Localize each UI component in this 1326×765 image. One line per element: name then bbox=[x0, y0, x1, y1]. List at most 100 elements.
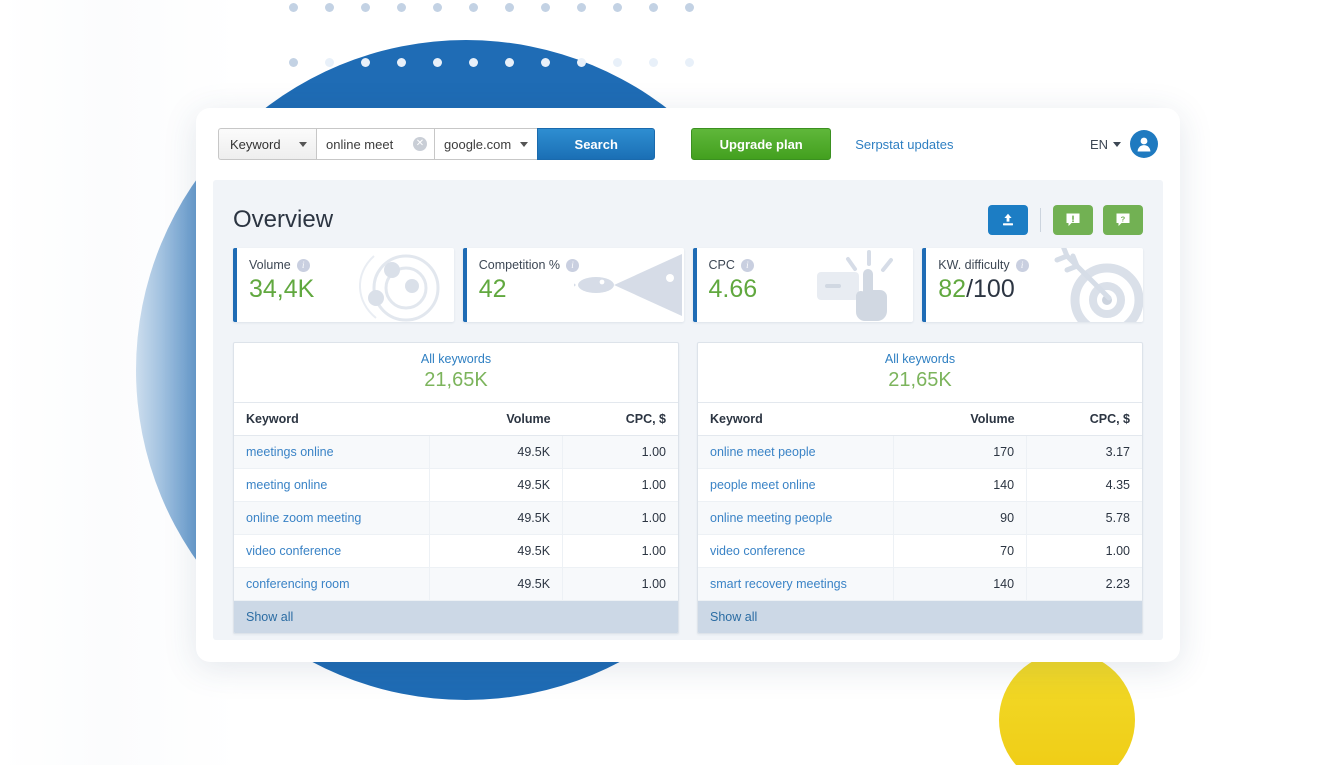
background-dot bbox=[613, 58, 622, 67]
metric-card: Volume i 34,4K bbox=[233, 248, 454, 322]
help-button[interactable]: ? bbox=[1103, 205, 1143, 235]
search-type-select[interactable]: Keyword bbox=[218, 128, 316, 160]
search-button[interactable]: Search bbox=[537, 128, 656, 160]
volume-cell: 49.5K bbox=[429, 468, 564, 502]
table-header-row: Keyword Volume CPC, $ bbox=[698, 403, 1142, 436]
table-summary: All keywords 21,65K bbox=[234, 343, 678, 403]
table-row: meeting online 49.5K 1.00 bbox=[234, 468, 678, 502]
background-dot bbox=[541, 3, 550, 12]
upload-icon bbox=[1003, 213, 1013, 226]
background-dot bbox=[649, 58, 658, 67]
cpc-cell: 1.00 bbox=[562, 468, 678, 502]
metric-value-number: 4.66 bbox=[708, 275, 758, 303]
background-dot bbox=[541, 58, 550, 67]
volume-cell: 140 bbox=[893, 468, 1028, 502]
metric-value: 42 bbox=[479, 275, 684, 304]
serpstat-updates-link[interactable]: Serpstat updates bbox=[855, 137, 953, 152]
cpc-cell: 1.00 bbox=[562, 435, 678, 469]
background-dot bbox=[685, 58, 694, 67]
info-icon[interactable]: i bbox=[1015, 258, 1029, 272]
keyword-cell[interactable]: online zoom meeting bbox=[234, 501, 430, 535]
info-icon[interactable]: i bbox=[566, 258, 580, 272]
all-keywords-value: 21,65K bbox=[888, 369, 952, 391]
background-dot bbox=[685, 3, 694, 12]
background-dot bbox=[649, 3, 658, 12]
metric-value-number: 82 bbox=[938, 275, 967, 303]
cpc-cell: 5.78 bbox=[1026, 501, 1142, 535]
user-icon bbox=[1137, 137, 1151, 152]
info-icon[interactable]: i bbox=[740, 258, 754, 272]
background-dot bbox=[577, 58, 586, 67]
background-dot bbox=[433, 3, 442, 12]
cpc-cell: 1.00 bbox=[562, 534, 678, 568]
table-row: online zoom meeting 49.5K 1.00 bbox=[234, 501, 678, 535]
column-header[interactable]: Keyword bbox=[234, 403, 430, 436]
keyword-cell[interactable]: meetings online bbox=[234, 435, 430, 469]
metric-label-text: KW. difficulty bbox=[938, 258, 1010, 272]
metric-value-number: 34,4K bbox=[249, 275, 315, 303]
keyword-cell[interactable]: online meet people bbox=[698, 435, 894, 469]
keyword-cell[interactable]: meeting online bbox=[234, 468, 430, 502]
metric-cards: Volume i 34,4K Competition % i 42 CPC i 4.66 K… bbox=[233, 248, 1143, 322]
metric-value: 34,4K bbox=[249, 275, 454, 304]
metric-label-text: Volume bbox=[249, 258, 291, 272]
table-row: meetings online 49.5K 1.00 bbox=[234, 435, 678, 469]
keyword-tables: All keywords 21,65K Keyword Volume CPC, $ mee… bbox=[233, 342, 1143, 634]
background-dot bbox=[397, 58, 406, 67]
background-dot bbox=[361, 3, 370, 12]
table-header-row: Keyword Volume CPC, $ bbox=[234, 403, 678, 436]
metric-value-suffix: /100 bbox=[966, 275, 1015, 303]
domain-select[interactable]: google.com bbox=[434, 128, 538, 160]
cpc-cell: 4.35 bbox=[1026, 468, 1142, 502]
keyword-cell[interactable]: people meet online bbox=[698, 468, 894, 502]
background-dot bbox=[289, 3, 298, 12]
volume-cell: 49.5K bbox=[429, 534, 564, 568]
language-label: EN bbox=[1089, 136, 1108, 152]
report-issue-button[interactable] bbox=[1053, 205, 1093, 235]
column-header[interactable]: CPC, $ bbox=[1026, 403, 1142, 436]
avatar[interactable] bbox=[1130, 130, 1158, 158]
keyword-data-table: Keyword Volume CPC, $ meetings online 49.5K 1… bbox=[234, 403, 678, 601]
app-window: Keyword ✕ google.com Search Upgrade plan… bbox=[196, 108, 1180, 662]
metric-label-text: Competition % bbox=[478, 258, 561, 272]
table-row: online meet people 170 3.17 bbox=[698, 435, 1142, 469]
all-keywords-link[interactable]: All keywords bbox=[234, 352, 678, 366]
question-bubble-icon: ? bbox=[1116, 213, 1130, 226]
cpc-cell: 1.00 bbox=[562, 501, 678, 535]
background-dot bbox=[469, 58, 478, 67]
table-row: smart recovery meetings 140 2.23 bbox=[698, 567, 1142, 601]
language-switcher[interactable]: EN bbox=[1090, 137, 1121, 152]
column-header[interactable]: Keyword bbox=[698, 403, 894, 436]
info-icon[interactable]: i bbox=[296, 258, 310, 272]
keyword-cell[interactable]: video conference bbox=[234, 534, 430, 568]
metric-value: 4.66 bbox=[709, 275, 914, 304]
show-all-link[interactable]: Show all bbox=[234, 601, 678, 633]
column-header[interactable]: Volume bbox=[429, 403, 563, 436]
table-summary: All keywords 21,65K bbox=[698, 343, 1142, 403]
alert-bubble-icon bbox=[1066, 213, 1080, 226]
background-dot bbox=[469, 3, 478, 12]
background-dot bbox=[325, 3, 334, 12]
metric-label: KW. difficulty i bbox=[938, 258, 1143, 272]
chevron-down-icon bbox=[1113, 141, 1121, 147]
keyword-cell[interactable]: online meeting people bbox=[698, 501, 894, 535]
volume-cell: 49.5K bbox=[429, 567, 564, 601]
clear-input-icon[interactable]: ✕ bbox=[413, 137, 427, 151]
svg-text:?: ? bbox=[1121, 214, 1126, 223]
all-keywords-link[interactable]: All keywords bbox=[698, 352, 1142, 366]
column-header[interactable]: Volume bbox=[893, 403, 1027, 436]
keyword-cell[interactable]: video conference bbox=[698, 534, 894, 568]
keyword-data-table: Keyword Volume CPC, $ online meet people 170… bbox=[698, 403, 1142, 601]
keyword-cell[interactable]: smart recovery meetings bbox=[698, 567, 894, 601]
volume-cell: 170 bbox=[893, 435, 1028, 469]
search-input[interactable] bbox=[326, 136, 408, 152]
keyword-cell[interactable]: conferencing room bbox=[234, 567, 430, 601]
upgrade-plan-button[interactable]: Upgrade plan bbox=[691, 128, 832, 160]
background-dot bbox=[433, 58, 442, 67]
cpc-cell: 1.00 bbox=[562, 567, 678, 601]
column-header[interactable]: CPC, $ bbox=[562, 403, 678, 436]
metric-label: CPC i bbox=[709, 258, 914, 272]
export-button[interactable] bbox=[988, 205, 1028, 235]
show-all-link[interactable]: Show all bbox=[698, 601, 1142, 633]
all-keywords-value: 21,65K bbox=[424, 369, 488, 391]
